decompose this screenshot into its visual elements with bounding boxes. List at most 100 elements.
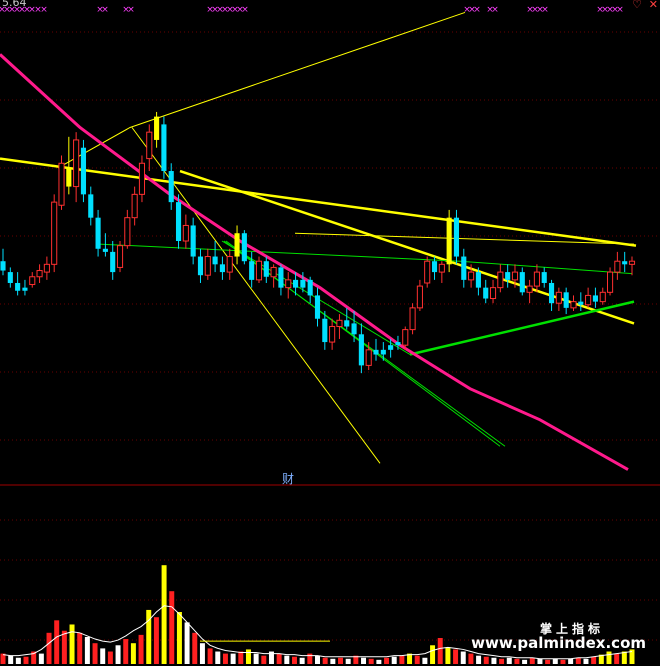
top-marker: ×	[101, 5, 109, 15]
candle-body	[622, 261, 628, 265]
candle-body	[322, 318, 328, 343]
top-marker: ×	[541, 5, 549, 15]
candle-body	[255, 260, 263, 281]
candle-body	[307, 279, 313, 296]
volume-bar	[245, 649, 251, 664]
candle-body	[578, 301, 584, 305]
top-marker: ×	[473, 5, 481, 15]
volume-bar	[614, 653, 620, 664]
volume-bar	[115, 645, 121, 664]
volume-bar	[123, 639, 129, 664]
candle-body	[329, 326, 336, 343]
volume-bar	[322, 657, 328, 664]
candle-body	[263, 261, 269, 277]
candle-body	[270, 266, 277, 278]
volume-bar	[506, 657, 512, 664]
volume-bar	[8, 655, 14, 664]
volume-bar	[575, 657, 581, 664]
volume-bar	[476, 655, 482, 664]
volume-bar	[345, 658, 351, 664]
candle-body	[278, 267, 284, 288]
volume-bar	[330, 658, 336, 664]
candle-body	[497, 271, 504, 289]
volume-bar	[207, 648, 213, 664]
volume-bar	[222, 653, 228, 664]
candle-body	[424, 260, 431, 284]
volume-bar	[568, 658, 574, 664]
volume-bar	[215, 651, 221, 664]
volume-bar	[583, 658, 589, 664]
candle-body	[36, 270, 43, 278]
candle-body	[380, 349, 386, 355]
candle-body	[219, 264, 225, 273]
candle-body	[226, 256, 233, 273]
candle-body	[161, 124, 167, 172]
volume-bar	[376, 659, 382, 664]
candle-body	[563, 292, 569, 308]
close-icon[interactable]: ✕	[649, 0, 658, 11]
candle-body	[446, 217, 452, 265]
volume-bar	[468, 653, 474, 664]
volume-bar	[176, 612, 182, 664]
volume-bar	[184, 622, 190, 664]
candle-body	[234, 233, 240, 257]
candle-body	[461, 256, 467, 280]
volume-bar	[537, 658, 543, 664]
candle-body	[358, 334, 364, 366]
volume-bar	[514, 658, 520, 664]
candle-body	[592, 295, 598, 302]
volume-bar	[315, 655, 320, 664]
top-marker: ×	[40, 5, 48, 15]
candle-body	[212, 256, 218, 265]
volume-bar	[552, 658, 558, 664]
candle-body	[409, 307, 416, 331]
candle-body	[489, 287, 497, 300]
volume-bar	[391, 656, 397, 664]
volume-bar	[153, 617, 159, 664]
volume-bar	[338, 657, 344, 664]
candle-body	[511, 271, 519, 281]
volume-bar	[499, 658, 505, 664]
volume-bar	[483, 656, 489, 664]
candle-body	[7, 272, 13, 283]
candle-body	[606, 271, 614, 293]
volume-bar	[15, 657, 21, 664]
volume-bar	[291, 656, 297, 664]
top-marker: ×	[491, 5, 499, 15]
volume-bar	[445, 647, 451, 664]
trend-line-yellow	[0, 157, 637, 247]
volume-bar	[199, 643, 205, 664]
volume-bar	[161, 565, 167, 664]
candle-body	[614, 260, 621, 273]
candle-body	[336, 319, 343, 328]
candle-body	[599, 291, 606, 303]
candle-body	[533, 271, 540, 287]
candle-body	[241, 233, 247, 262]
volume-bar	[307, 653, 313, 664]
candle-body	[402, 329, 409, 346]
trend-line-yellow	[57, 11, 466, 169]
trend-line-green	[409, 300, 635, 356]
candle-body	[570, 301, 577, 309]
candle-body	[116, 245, 124, 268]
candle-body	[628, 260, 636, 265]
candle-body	[314, 295, 321, 319]
volume-bar	[522, 659, 528, 664]
volume-bar	[23, 656, 29, 664]
candle-body	[95, 217, 101, 249]
warning-icon[interactable]: ♡	[632, 0, 642, 11]
volume-bar	[46, 632, 52, 664]
chart-canvas: ××××××××× ×× ×× ×××××××× ××× ×× ×××× ×××××	[0, 5, 660, 664]
candle-body	[453, 217, 460, 257]
volume-bar	[606, 651, 612, 664]
volume-bar	[399, 655, 405, 664]
volume-bar	[192, 632, 198, 664]
candle-body	[438, 263, 445, 273]
candle-body	[395, 342, 401, 346]
candle-body	[190, 225, 196, 257]
volume-bar	[529, 657, 535, 664]
indicator-label[interactable]: 财	[282, 470, 294, 487]
candle-body	[0, 261, 6, 271]
candle-body	[526, 285, 533, 293]
candle-body	[110, 251, 116, 273]
